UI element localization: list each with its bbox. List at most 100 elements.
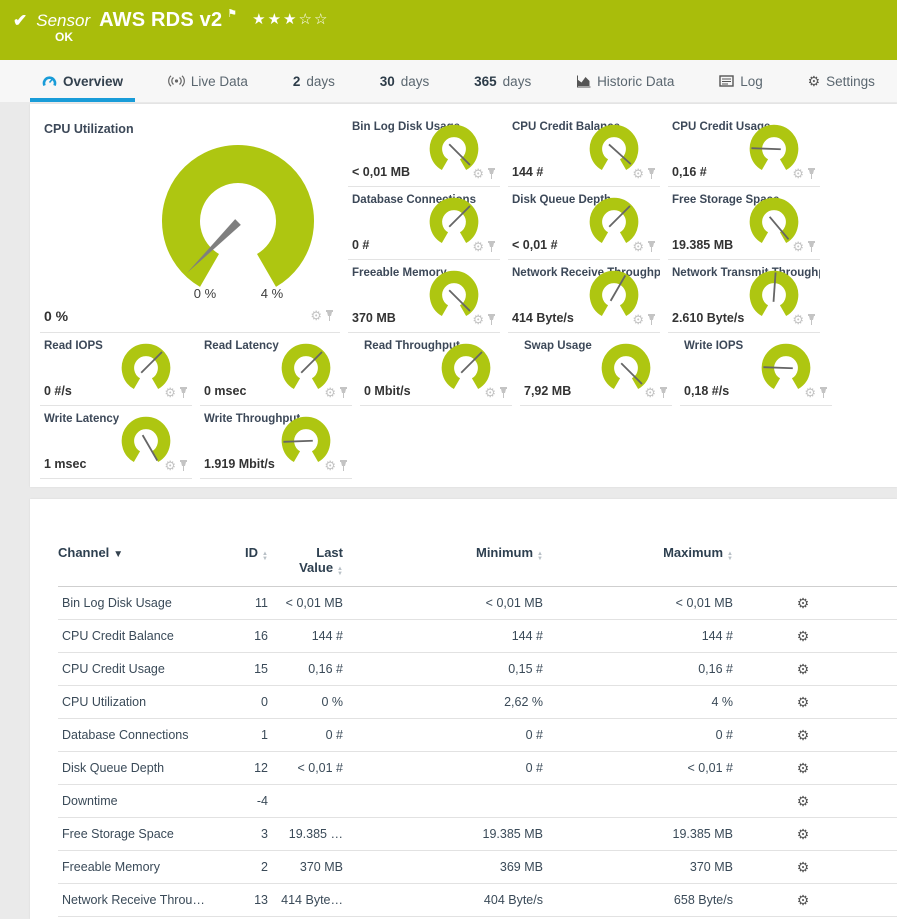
cell-id: 16 <box>223 629 268 643</box>
cell-last-value: 0,16 # <box>268 662 343 676</box>
column-header-id[interactable]: ID▲▼ <box>223 545 268 562</box>
tab-30-days[interactable]: 30 days <box>368 60 442 102</box>
cell-channel[interactable]: Free Storage Space <box>58 827 223 841</box>
tab-30-days-label: days <box>401 74 430 89</box>
column-header-id-label: ID <box>245 545 258 560</box>
cell-id: -4 <box>223 794 268 808</box>
column-header-last-value[interactable]: Last Value▲▼ <box>268 545 343 577</box>
cell-maximum: 658 Byte/s <box>543 893 733 907</box>
gauge-settings-gear-icon[interactable]: ⚙ <box>472 239 484 255</box>
tab-365-days[interactable]: 365 days <box>462 60 543 102</box>
pin-icon[interactable] <box>487 168 496 180</box>
gauge-settings-gear-icon[interactable]: ⚙ <box>644 385 656 401</box>
pin-icon[interactable] <box>339 460 348 472</box>
cell-id: 2 <box>223 860 268 874</box>
cell-minimum: 0 # <box>343 728 543 742</box>
priority-stars[interactable]: ★★★☆☆ <box>252 10 329 28</box>
pin-icon[interactable] <box>179 460 188 472</box>
cell-channel[interactable]: CPU Credit Balance <box>58 629 223 643</box>
cell-channel[interactable]: CPU Credit Usage <box>58 662 223 676</box>
table-row: Bin Log Disk Usage 11 < 0,01 MB < 0,01 M… <box>58 587 897 620</box>
cell-last-value: < 0,01 MB <box>268 596 343 610</box>
tab-historic-data[interactable]: Historic Data <box>564 60 686 102</box>
tab-2-days[interactable]: 2 days <box>281 60 347 102</box>
gauge-settings-gear-icon[interactable]: ⚙ <box>792 166 804 182</box>
sensor-header: ✔ Sensor AWS RDS v2 ⚑ ★★★☆☆ OK <box>0 0 897 60</box>
gauge-settings-gear-icon[interactable]: ⚙ <box>164 458 176 474</box>
gauge-settings-gear-icon[interactable]: ⚙ <box>472 166 484 182</box>
cell-channel[interactable]: Downtime <box>58 794 223 808</box>
channel-settings-gear-icon[interactable]: ⚙ <box>797 859 810 876</box>
cell-last-value: 0 # <box>268 728 343 742</box>
channel-settings-gear-icon[interactable]: ⚙ <box>797 628 810 645</box>
gauge-cell: Read Latency 0 msec ⚙ <box>200 333 352 406</box>
pin-icon[interactable] <box>807 241 816 253</box>
pin-icon[interactable] <box>487 241 496 253</box>
sort-icon[interactable]: ▲▼ <box>337 567 343 577</box>
gauge-settings-gear-icon[interactable]: ⚙ <box>632 166 644 182</box>
tab-live-data[interactable]: Live Data <box>156 60 260 102</box>
channel-settings-gear-icon[interactable]: ⚙ <box>797 826 810 843</box>
cell-channel[interactable]: Bin Log Disk Usage <box>58 596 223 610</box>
pin-icon[interactable] <box>807 168 816 180</box>
gauge-settings-gear-icon[interactable]: ⚙ <box>324 385 336 401</box>
channel-settings-gear-icon[interactable]: ⚙ <box>797 694 810 711</box>
gauge-settings-gear-icon[interactable]: ⚙ <box>792 239 804 255</box>
pin-icon[interactable] <box>487 314 496 326</box>
cell-channel[interactable]: Freeable Memory <box>58 860 223 874</box>
gauge-settings-gear-icon[interactable]: ⚙ <box>792 312 804 328</box>
gauge-settings-gear-icon[interactable]: ⚙ <box>310 308 322 324</box>
sort-icon[interactable]: ▲▼ <box>727 552 733 562</box>
cpu-utilization-gauge[interactable]: 0 % 4 % <box>142 132 334 304</box>
tab-overview[interactable]: Overview <box>30 60 135 102</box>
channel-settings-gear-icon[interactable]: ⚙ <box>797 892 810 909</box>
table-row: CPU Credit Balance 16 144 # 144 # 144 # … <box>58 620 897 653</box>
pin-icon[interactable] <box>179 387 188 399</box>
gauge-settings-gear-icon[interactable]: ⚙ <box>632 312 644 328</box>
tab-settings[interactable]: ⚙ Settings <box>796 60 887 102</box>
flag-icon[interactable]: ⚑ <box>227 7 237 20</box>
gauge-value: 0 # <box>352 238 369 252</box>
channel-settings-gear-icon[interactable]: ⚙ <box>797 595 810 612</box>
gauge-settings-gear-icon[interactable]: ⚙ <box>484 385 496 401</box>
log-icon <box>719 75 734 87</box>
sort-desc-icon[interactable]: ▼ <box>113 549 123 560</box>
tab-settings-label: Settings <box>826 74 875 89</box>
cell-maximum: 0 # <box>543 728 733 742</box>
gauge-settings-gear-icon[interactable]: ⚙ <box>164 385 176 401</box>
channel-settings-gear-icon[interactable]: ⚙ <box>797 661 810 678</box>
cell-channel[interactable]: Network Receive Throu… <box>58 893 223 907</box>
tab-365-days-number: 365 <box>474 74 497 89</box>
gauge-cell: CPU Credit Balance 144 # ⚙ <box>508 114 660 187</box>
pin-icon[interactable] <box>325 310 334 322</box>
gauge-value: 0,16 # <box>672 165 707 179</box>
tab-log-label: Log <box>740 74 763 89</box>
column-header-minimum[interactable]: Minimum▲▼ <box>343 545 543 562</box>
pin-icon[interactable] <box>807 314 816 326</box>
cell-id: 1 <box>223 728 268 742</box>
gauge-settings-gear-icon[interactable]: ⚙ <box>472 312 484 328</box>
channel-settings-gear-icon[interactable]: ⚙ <box>797 727 810 744</box>
tab-2-days-number: 2 <box>293 74 301 89</box>
column-header-channel[interactable]: Channel▼ <box>58 545 223 560</box>
gauge-settings-gear-icon[interactable]: ⚙ <box>632 239 644 255</box>
pin-icon[interactable] <box>647 314 656 326</box>
gauge-settings-gear-icon[interactable]: ⚙ <box>324 458 336 474</box>
pin-icon[interactable] <box>659 387 668 399</box>
pin-icon[interactable] <box>499 387 508 399</box>
pin-icon[interactable] <box>339 387 348 399</box>
gauge-scale-min: 0 % <box>194 286 217 301</box>
cell-minimum: 2,62 % <box>343 695 543 709</box>
column-header-maximum[interactable]: Maximum▲▼ <box>543 545 733 562</box>
cell-channel[interactable]: CPU Utilization <box>58 695 223 709</box>
channel-settings-gear-icon[interactable]: ⚙ <box>797 760 810 777</box>
tab-log[interactable]: Log <box>707 60 775 102</box>
pin-icon[interactable] <box>647 168 656 180</box>
cell-channel[interactable]: Database Connections <box>58 728 223 742</box>
pin-icon[interactable] <box>647 241 656 253</box>
pin-icon[interactable] <box>819 387 828 399</box>
cell-channel[interactable]: Disk Queue Depth <box>58 761 223 775</box>
gauge-cell: CPU Credit Usage 0,16 # ⚙ <box>668 114 820 187</box>
channel-settings-gear-icon[interactable]: ⚙ <box>797 793 810 810</box>
gauge-settings-gear-icon[interactable]: ⚙ <box>804 385 816 401</box>
